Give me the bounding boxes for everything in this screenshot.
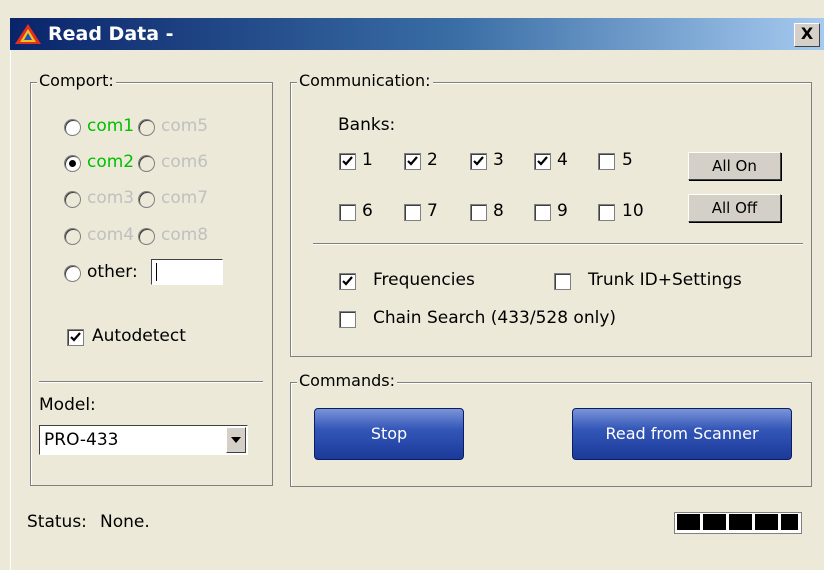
check-icon bbox=[473, 156, 484, 166]
bank-5-label: 5 bbox=[622, 150, 633, 170]
bank-2-checkbox[interactable] bbox=[404, 153, 421, 170]
comport-legend: Comport: bbox=[37, 71, 116, 90]
bank-5-checkbox[interactable] bbox=[598, 153, 615, 170]
radio-com1[interactable] bbox=[64, 119, 81, 136]
model-label: Model: bbox=[39, 395, 96, 415]
read-from-scanner-button[interactable]: Read from Scanner bbox=[572, 408, 792, 460]
bank-6-checkbox[interactable] bbox=[339, 204, 356, 221]
status-value: None. bbox=[100, 512, 150, 532]
activity-indicator bbox=[674, 512, 802, 534]
frequencies-checkbox[interactable] bbox=[339, 273, 356, 290]
bank-9-label: 9 bbox=[557, 201, 568, 221]
bank-1-checkbox[interactable] bbox=[339, 153, 356, 170]
commands-group: Commands: Stop Read from Scanner bbox=[290, 371, 812, 487]
radio-other[interactable] bbox=[64, 265, 81, 282]
banks-label: Banks: bbox=[338, 115, 396, 135]
activity-cell bbox=[781, 514, 798, 530]
frequencies-label: Frequencies bbox=[373, 270, 475, 290]
radio-com6[interactable] bbox=[138, 155, 155, 172]
com2-label: com2 bbox=[87, 152, 135, 172]
radio-com8[interactable] bbox=[138, 228, 155, 245]
other-port-input[interactable] bbox=[151, 259, 223, 285]
radio-com7[interactable] bbox=[138, 191, 155, 208]
radio-com2[interactable] bbox=[64, 155, 81, 172]
all-off-button[interactable]: All Off bbox=[688, 194, 781, 222]
bank-8-label: 8 bbox=[493, 201, 504, 221]
text-caret bbox=[156, 263, 157, 281]
communication-separator bbox=[313, 243, 803, 245]
autodetect-checkbox[interactable] bbox=[67, 329, 84, 346]
radio-com4[interactable] bbox=[64, 228, 81, 245]
bank-7-label: 7 bbox=[427, 201, 438, 221]
window-title: Read Data - bbox=[48, 23, 174, 45]
activity-cell bbox=[677, 514, 700, 530]
com5-label: com5 bbox=[161, 116, 209, 136]
bank-9-checkbox[interactable] bbox=[534, 204, 551, 221]
bank-10-label: 10 bbox=[622, 201, 644, 221]
model-value: PRO-433 bbox=[44, 430, 119, 450]
bank-10-checkbox[interactable] bbox=[598, 204, 615, 221]
check-icon bbox=[342, 156, 353, 166]
com3-label: com3 bbox=[87, 188, 135, 208]
radio-selected-dot bbox=[69, 160, 76, 167]
close-button[interactable]: X bbox=[794, 23, 820, 47]
check-icon bbox=[407, 156, 418, 166]
bank-4-label: 4 bbox=[557, 150, 568, 170]
activity-cell bbox=[755, 514, 778, 530]
model-separator bbox=[39, 381, 263, 383]
com8-label: com8 bbox=[161, 225, 209, 245]
com4-label: com4 bbox=[87, 225, 135, 245]
chevron-down-icon bbox=[231, 437, 241, 443]
communication-legend: Communication: bbox=[297, 71, 433, 90]
bank-3-checkbox[interactable] bbox=[470, 153, 487, 170]
close-icon: X bbox=[800, 24, 814, 43]
com7-label: com7 bbox=[161, 188, 209, 208]
app-icon bbox=[14, 22, 42, 46]
radio-com3[interactable] bbox=[64, 191, 81, 208]
bank-4-checkbox[interactable] bbox=[534, 153, 551, 170]
activity-cell bbox=[703, 514, 726, 530]
model-dropdown-button[interactable] bbox=[226, 427, 246, 453]
dialog-body: Comport: com1 com5 com2 com6 com3 com7 c… bbox=[10, 50, 824, 570]
chain-search-checkbox[interactable] bbox=[339, 311, 356, 328]
title-bar: Read Data - X bbox=[10, 18, 824, 50]
bank-1-label: 1 bbox=[362, 150, 373, 170]
bank-3-label: 3 bbox=[493, 150, 504, 170]
trunk-checkbox[interactable] bbox=[554, 273, 571, 290]
bank-6-label: 6 bbox=[362, 201, 373, 221]
check-icon bbox=[342, 276, 353, 286]
other-label: other: bbox=[87, 262, 138, 282]
bank-8-checkbox[interactable] bbox=[470, 204, 487, 221]
check-icon bbox=[70, 332, 81, 342]
communication-group: Communication: Banks: 1 2 3 4 5 6 7 8 9 … bbox=[290, 71, 812, 357]
activity-cell bbox=[729, 514, 752, 530]
model-select[interactable]: PRO-433 bbox=[39, 425, 248, 455]
commands-legend: Commands: bbox=[297, 371, 397, 390]
com1-label: com1 bbox=[87, 116, 135, 136]
status-label: Status: bbox=[27, 512, 87, 532]
check-icon bbox=[537, 156, 548, 166]
radio-com5[interactable] bbox=[138, 119, 155, 136]
trunk-label: Trunk ID+Settings bbox=[588, 270, 742, 290]
autodetect-label: Autodetect bbox=[92, 326, 186, 346]
comport-group: Comport: com1 com5 com2 com6 com3 com7 c… bbox=[30, 71, 273, 486]
bank-7-checkbox[interactable] bbox=[404, 204, 421, 221]
read-data-window: Read Data - X Comport: com1 com5 com2 co… bbox=[0, 0, 824, 570]
all-on-button[interactable]: All On bbox=[688, 152, 781, 180]
chain-search-label: Chain Search (433/528 only) bbox=[373, 308, 617, 328]
bank-2-label: 2 bbox=[427, 150, 438, 170]
com6-label: com6 bbox=[161, 152, 209, 172]
stop-button[interactable]: Stop bbox=[314, 408, 464, 460]
